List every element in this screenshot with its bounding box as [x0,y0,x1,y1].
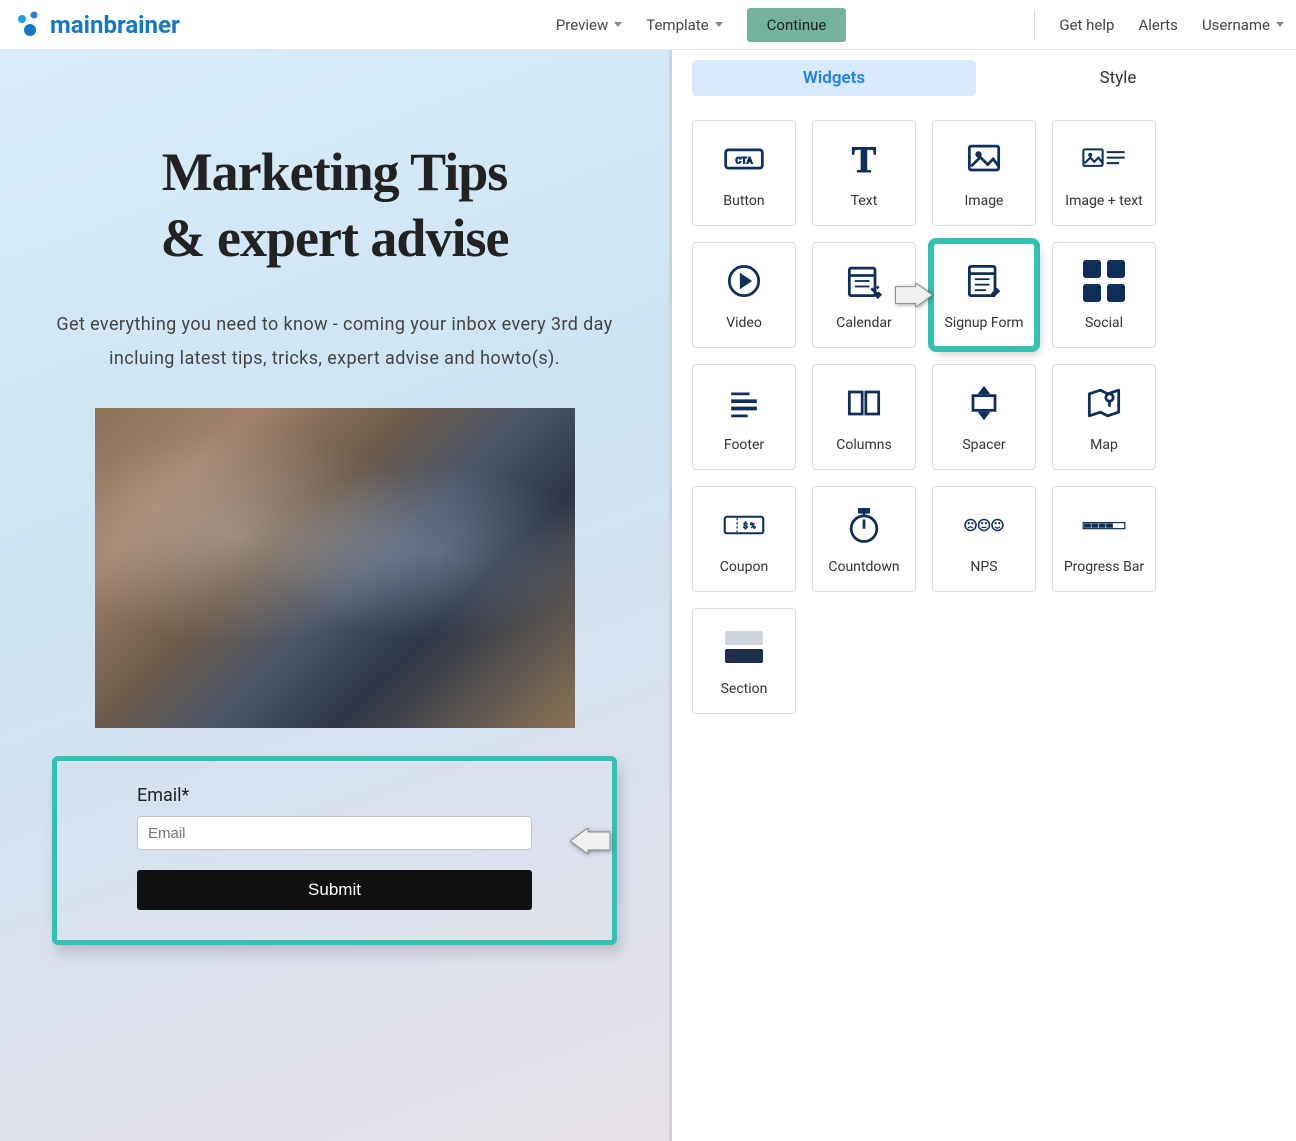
submit-button[interactable]: Submit [137,870,532,910]
widget-label: Image + text [1065,193,1142,209]
tab-style[interactable]: Style [976,60,1260,96]
widget-video[interactable]: Video [692,242,796,348]
nps-icon [962,503,1006,547]
hero-title[interactable]: Marketing Tips & expert advise [52,140,617,272]
signup-form-icon [962,259,1006,303]
widget-label: Section [721,681,768,697]
widget-nps[interactable]: NPS [932,486,1036,592]
progress-bar-icon [1082,503,1126,547]
hero-title-line1: Marketing Tips [162,142,508,202]
widget-label: Footer [724,437,764,453]
preview-label: Preview [556,16,608,34]
image-icon [962,137,1006,181]
widget-progress-bar[interactable]: Progress Bar [1052,486,1156,592]
social-icon [1083,259,1125,303]
widget-label: Video [726,315,762,331]
widget-label: Progress Bar [1064,559,1144,575]
signup-form-widget[interactable]: Email* Submit [52,756,617,945]
widget-image[interactable]: Image [932,120,1036,226]
widget-label: Signup Form [945,315,1024,331]
brand-name: mainbrainer [50,11,180,39]
tab-widgets[interactable]: Widgets [692,60,976,96]
widget-label: Button [723,193,764,209]
chevron-down-icon [614,22,622,27]
widget-button[interactable]: CTA Button [692,120,796,226]
video-icon [722,259,766,303]
username-dropdown[interactable]: Username [1202,16,1284,34]
template-label: Template [646,16,708,34]
username-label: Username [1202,16,1270,34]
chevron-down-icon [1276,22,1284,27]
widget-label: Calendar [836,315,892,331]
widget-label: NPS [970,559,997,575]
hero-image[interactable] [95,408,575,728]
alerts-link[interactable]: Alerts [1138,16,1178,34]
svg-text:CTA: CTA [735,157,753,167]
email-field[interactable] [137,816,532,850]
template-dropdown[interactable]: Template [646,16,722,34]
hero-subtitle[interactable]: Get everything you need to know - coming… [52,308,617,376]
divider [1034,10,1035,40]
widget-label: Columns [836,437,891,453]
widget-map[interactable]: Map [1052,364,1156,470]
hero-title-line2: & expert advise [161,208,509,268]
widget-grid: CTA Button T Text Image Image + text Video Cale… [692,120,1260,714]
get-help-link[interactable]: Get help [1059,16,1114,34]
widget-label: Countdown [828,559,899,575]
widget-coupon[interactable]: $ % Coupon [692,486,796,592]
columns-icon [842,381,886,425]
preview-dropdown[interactable]: Preview [556,16,622,34]
widget-label: Image [965,193,1004,209]
coupon-icon: $ % [722,503,766,547]
section-icon [725,625,763,669]
widget-footer[interactable]: Footer [692,364,796,470]
widget-calendar[interactable]: Calendar [812,242,916,348]
map-icon [1082,381,1126,425]
widget-section[interactable]: Section [692,608,796,714]
continue-button[interactable]: Continue [747,8,847,42]
widget-countdown[interactable]: Countdown [812,486,916,592]
text-icon: T [842,137,886,181]
countdown-icon [842,503,886,547]
right-panel: Widgets Style CTA Button T Text Image Image +… [672,50,1296,1141]
top-bar: mainbrainer Preview Template Continue Ge… [0,0,1296,50]
chevron-down-icon [715,22,723,27]
widget-label: Spacer [962,437,1005,453]
button-icon: CTA [722,137,766,181]
calendar-icon [842,259,886,303]
brand-logo[interactable]: mainbrainer [16,11,180,39]
widget-spacer[interactable]: Spacer [932,364,1036,470]
widget-label: Map [1090,437,1118,453]
widget-signup-form[interactable]: Signup Form [932,242,1036,348]
email-label: Email* [137,785,532,806]
widget-social[interactable]: Social [1052,242,1156,348]
widget-label: Coupon [720,559,768,575]
spacer-icon [962,381,1006,425]
widget-columns[interactable]: Columns [812,364,916,470]
widget-text[interactable]: T Text [812,120,916,226]
continue-label: Continue [767,16,827,34]
topbar-center: Preview Template Continue [556,8,847,42]
svg-text:T: T [852,139,876,180]
svg-text:$ %: $ % [743,520,756,531]
brand-mark-icon [16,11,44,39]
footer-icon [722,381,766,425]
panel-tabs: Widgets Style [692,60,1260,96]
widget-label: Text [851,193,878,209]
editor-canvas[interactable]: Marketing Tips & expert advise Get every… [0,50,672,1141]
image-text-icon [1082,137,1126,181]
topbar-right: Get help Alerts Username [1034,10,1284,40]
widget-label: Social [1085,315,1123,331]
widget-image-text[interactable]: Image + text [1052,120,1156,226]
